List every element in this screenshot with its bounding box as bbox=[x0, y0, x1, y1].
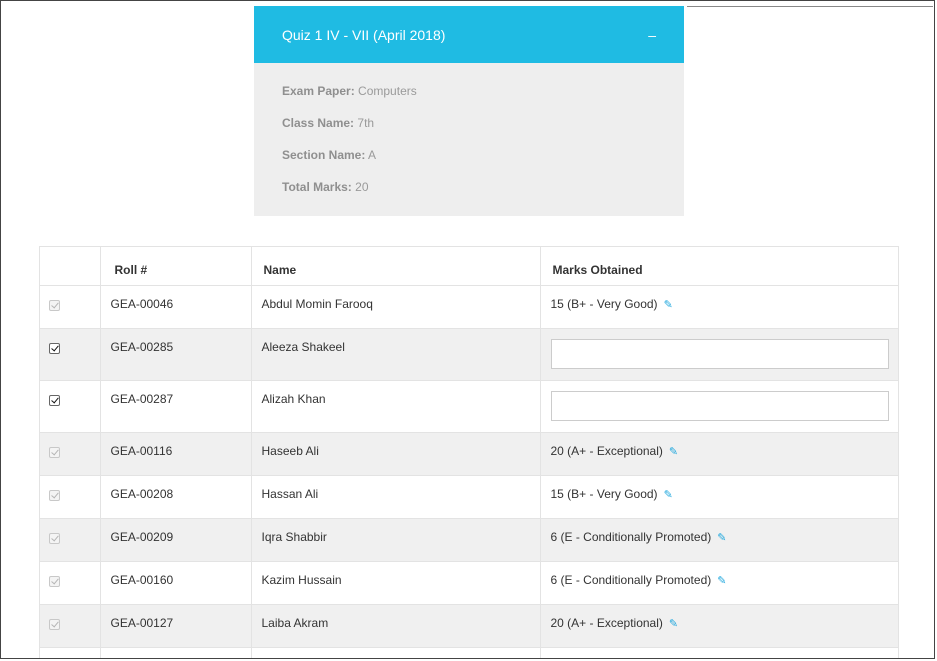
name-cell: Abdul Momin Farooq bbox=[251, 285, 541, 329]
roll-cell: GEA-00287 bbox=[100, 380, 252, 433]
marks-cell bbox=[540, 647, 898, 658]
pencil-icon[interactable]: ✎ bbox=[664, 488, 673, 501]
name-cell bbox=[251, 647, 541, 658]
panel-title: Quiz 1 IV - VII (April 2018) bbox=[282, 26, 446, 43]
header-name: Name bbox=[251, 247, 541, 286]
pencil-icon[interactable]: ✎ bbox=[669, 617, 678, 630]
table-row: GEA-00116 Haseeb Ali 20 (A+ - Exceptiona… bbox=[40, 432, 898, 476]
info-value: A bbox=[368, 148, 377, 162]
table-row-partial bbox=[40, 647, 898, 658]
row-checkbox-cell bbox=[40, 328, 101, 381]
info-class-name: Class Name: 7th bbox=[282, 116, 656, 148]
row-checkbox[interactable] bbox=[49, 446, 60, 458]
table-row: GEA-00287 Alizah Khan bbox=[40, 380, 898, 433]
info-label: Total Marks: bbox=[282, 180, 352, 194]
name-cell: Laiba Akram bbox=[251, 604, 541, 648]
row-checkbox-cell bbox=[40, 647, 101, 658]
marks-table-container: Roll # Name Marks Obtained GEA-00046 Abd… bbox=[39, 246, 899, 658]
roll-cell bbox=[100, 647, 252, 658]
app-frame: Quiz 1 IV - VII (April 2018) – Exam Pape… bbox=[0, 0, 935, 659]
marks-cell: 6 (E - Conditionally Promoted) ✎ bbox=[540, 518, 898, 562]
top-divider bbox=[687, 6, 933, 7]
row-checkbox-cell bbox=[40, 432, 101, 476]
header-roll: Roll # bbox=[100, 247, 252, 286]
marks-cell: 15 (B+ - Very Good) ✎ bbox=[540, 285, 898, 329]
row-checkbox[interactable] bbox=[49, 575, 60, 587]
marks-value: 6 (E - Conditionally Promoted) bbox=[550, 529, 712, 544]
marks-input[interactable] bbox=[550, 390, 889, 421]
table-row: GEA-00160 Kazim Hussain 6 (E - Condition… bbox=[40, 561, 898, 605]
row-checkbox-cell bbox=[40, 285, 101, 329]
row-checkbox[interactable] bbox=[49, 299, 60, 311]
panel-header[interactable]: Quiz 1 IV - VII (April 2018) – bbox=[254, 6, 684, 63]
table-row: GEA-00208 Hassan Ali 15 (B+ - Very Good)… bbox=[40, 475, 898, 519]
name-cell: Hassan Ali bbox=[251, 475, 541, 519]
info-label: Exam Paper: bbox=[282, 84, 355, 98]
roll-cell: GEA-00160 bbox=[100, 561, 252, 605]
table-row: GEA-00127 Laiba Akram 20 (A+ - Exception… bbox=[40, 604, 898, 648]
info-exam-paper: Exam Paper: Computers bbox=[282, 84, 656, 116]
row-checkbox-cell bbox=[40, 604, 101, 648]
row-checkbox[interactable] bbox=[49, 342, 60, 354]
name-cell: Iqra Shabbir bbox=[251, 518, 541, 562]
roll-cell: GEA-00209 bbox=[100, 518, 252, 562]
row-checkbox[interactable] bbox=[49, 618, 60, 630]
row-checkbox-cell bbox=[40, 475, 101, 519]
row-checkbox-cell bbox=[40, 561, 101, 605]
info-label: Class Name: bbox=[282, 116, 355, 130]
row-checkbox[interactable] bbox=[49, 394, 60, 406]
name-cell: Alizah Khan bbox=[251, 380, 541, 433]
marks-cell: 15 (B+ - Very Good) ✎ bbox=[540, 475, 898, 519]
info-value: Computers bbox=[358, 84, 417, 98]
name-cell: Haseeb Ali bbox=[251, 432, 541, 476]
marks-cell: 6 (E - Conditionally Promoted) ✎ bbox=[540, 561, 898, 605]
pencil-icon[interactable]: ✎ bbox=[717, 574, 726, 587]
pencil-icon[interactable]: ✎ bbox=[717, 531, 726, 544]
marks-cell: 20 (A+ - Exceptional) ✎ bbox=[540, 432, 898, 476]
panel-body: Exam Paper: Computers Class Name: 7th Se… bbox=[254, 63, 684, 212]
info-value: 20 bbox=[355, 180, 369, 194]
roll-cell: GEA-00208 bbox=[100, 475, 252, 519]
info-total-marks: Total Marks: 20 bbox=[282, 180, 656, 212]
header-marks: Marks Obtained bbox=[540, 247, 898, 286]
marks-input[interactable] bbox=[550, 338, 889, 369]
marks-value: 15 (B+ - Very Good) bbox=[550, 486, 658, 501]
marks-cell: 20 (A+ - Exceptional) ✎ bbox=[540, 604, 898, 648]
row-checkbox[interactable] bbox=[49, 489, 60, 501]
row-checkbox[interactable] bbox=[49, 532, 60, 544]
roll-cell: GEA-00127 bbox=[100, 604, 252, 648]
marks-value: 20 (A+ - Exceptional) bbox=[550, 443, 663, 458]
row-checkbox-cell bbox=[40, 518, 101, 562]
info-label: Section Name: bbox=[282, 148, 366, 162]
pencil-icon[interactable]: ✎ bbox=[669, 445, 678, 458]
roll-cell: GEA-00116 bbox=[100, 432, 252, 476]
marks-value: 6 (E - Conditionally Promoted) bbox=[550, 572, 712, 587]
name-cell: Aleeza Shakeel bbox=[251, 328, 541, 381]
table-header-row: Roll # Name Marks Obtained bbox=[40, 247, 898, 286]
table-row: GEA-00046 Abdul Momin Farooq 15 (B+ - Ve… bbox=[40, 285, 898, 329]
name-cell: Kazim Hussain bbox=[251, 561, 541, 605]
pencil-icon[interactable]: ✎ bbox=[664, 298, 673, 311]
minus-icon[interactable]: – bbox=[648, 28, 656, 42]
marks-table: Roll # Name Marks Obtained GEA-00046 Abd… bbox=[40, 247, 898, 658]
marks-cell bbox=[540, 328, 898, 381]
marks-value: 20 (A+ - Exceptional) bbox=[550, 615, 663, 630]
table-row: GEA-00209 Iqra Shabbir 6 (E - Conditiona… bbox=[40, 518, 898, 562]
marks-value: 15 (B+ - Very Good) bbox=[550, 296, 658, 311]
table-row: GEA-00285 Aleeza Shakeel bbox=[40, 328, 898, 381]
header-checkbox bbox=[40, 247, 101, 286]
info-value: 7th bbox=[357, 116, 375, 130]
roll-cell: GEA-00285 bbox=[100, 328, 252, 381]
row-checkbox-cell bbox=[40, 380, 101, 433]
exam-info-panel: Quiz 1 IV - VII (April 2018) – Exam Pape… bbox=[254, 6, 684, 216]
roll-cell: GEA-00046 bbox=[100, 285, 252, 329]
marks-cell bbox=[540, 380, 898, 433]
info-section-name: Section Name: A bbox=[282, 148, 656, 180]
